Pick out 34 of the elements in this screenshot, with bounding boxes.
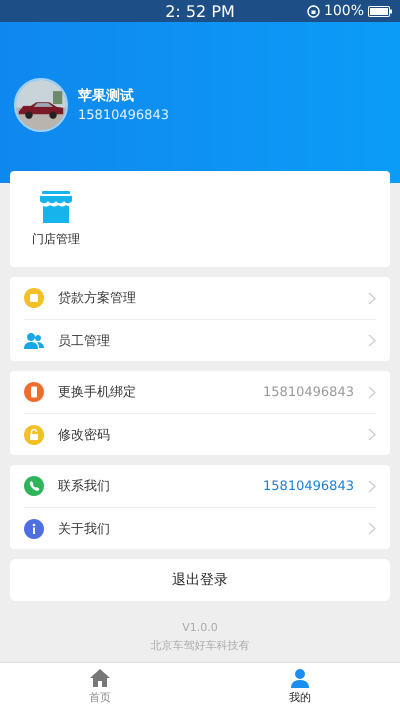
tab[interactable]: 首页 xyxy=(0,663,200,710)
mobile-phone-icon xyxy=(24,382,44,402)
lock-icon xyxy=(24,424,44,444)
menu-item[interactable]: 关于我们 xyxy=(58,520,354,538)
logout-button[interactable]: 退出登录 xyxy=(10,559,390,601)
menu-item[interactable]: 联系我们 xyxy=(58,477,250,495)
battery-percent: 100% xyxy=(324,3,364,19)
people-icon xyxy=(24,332,44,350)
menu-item[interactable]: 更换手机绑定 xyxy=(58,383,250,401)
chevron-right-icon xyxy=(368,522,376,535)
menu-item[interactable]: 修改密码 xyxy=(58,426,354,444)
menu-item[interactable]: 员工管理 xyxy=(58,332,354,350)
rotation-lock-icon xyxy=(306,4,320,18)
info-icon xyxy=(24,518,44,538)
user-phone: 15810496843 xyxy=(78,108,169,123)
user-name: 苹果测试 xyxy=(78,87,135,105)
clock: 2: 52 PM xyxy=(165,2,235,20)
tab[interactable]: 我的 xyxy=(200,663,400,710)
storefront-icon[interactable] xyxy=(40,191,72,223)
home-icon xyxy=(90,668,110,688)
chevron-right-icon xyxy=(368,480,376,492)
chevron-right-icon xyxy=(368,292,376,304)
version-text: V1.0.0 xyxy=(182,621,218,634)
chevron-right-icon xyxy=(368,334,376,347)
menu-value: 15810496843 xyxy=(263,478,354,494)
shortcut-label: 门店管理 xyxy=(32,231,80,248)
battery-icon xyxy=(368,6,392,16)
chevron-right-icon xyxy=(368,386,376,398)
menu-value: 15810496843 xyxy=(263,384,354,400)
chevron-right-icon xyxy=(368,428,376,441)
company-text: 北京车驾好车科技有 xyxy=(150,638,250,653)
person-icon xyxy=(290,668,310,688)
menu-item[interactable]: 贷款方案管理 xyxy=(58,289,354,307)
phone-icon xyxy=(24,476,44,496)
